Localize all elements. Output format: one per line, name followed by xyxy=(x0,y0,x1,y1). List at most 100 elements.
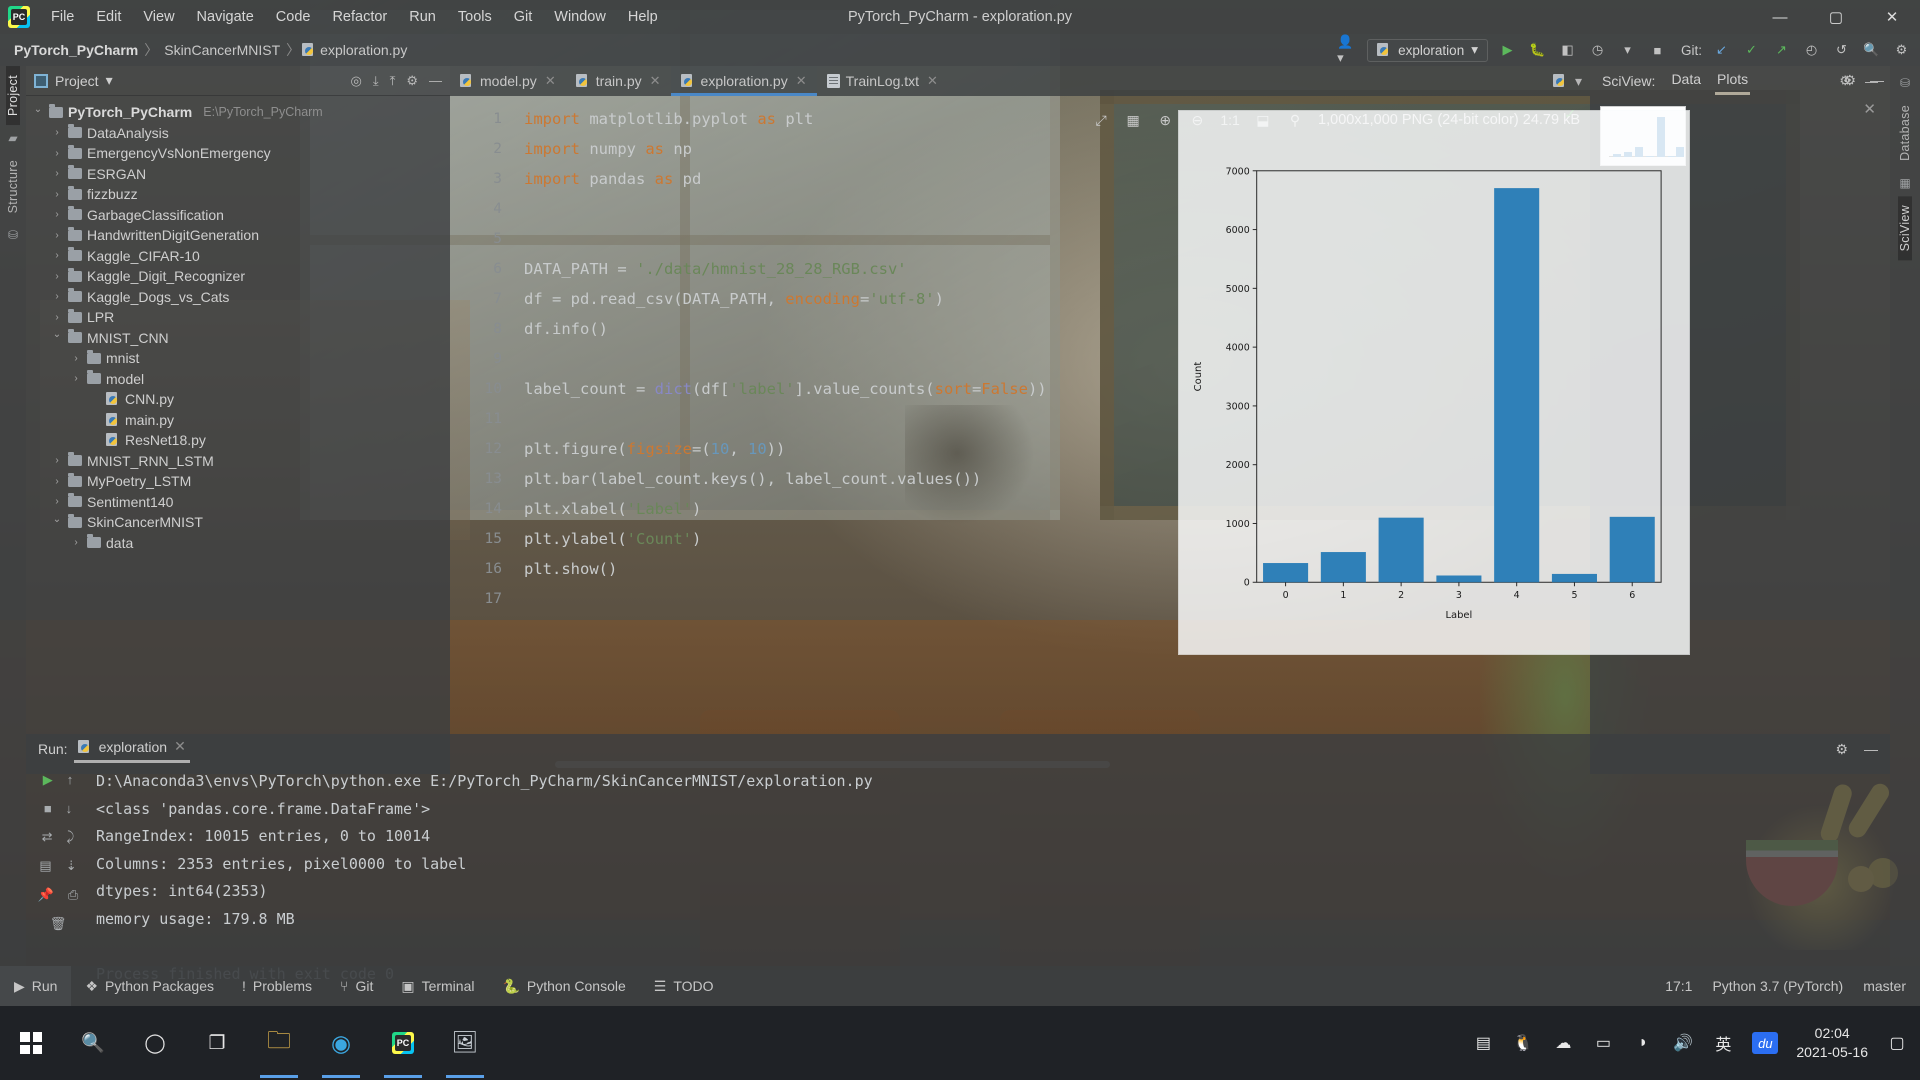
close-run-tab-icon[interactable]: ✕ xyxy=(174,738,186,755)
project-settings-icon[interactable]: ⚙ xyxy=(406,73,418,89)
close-tab-icon[interactable]: ✕ xyxy=(796,73,807,89)
chevron-right-icon[interactable] xyxy=(51,230,63,241)
menu-edit[interactable]: Edit xyxy=(85,0,132,34)
search-button[interactable]: 🔍 xyxy=(62,1006,124,1080)
chevron-right-icon[interactable] xyxy=(51,455,63,466)
restart-icon[interactable]: ⇄ xyxy=(42,829,53,845)
soft-wrap-icon[interactable]: ⤸ xyxy=(67,829,75,845)
chevron-down-icon[interactable] xyxy=(32,107,44,118)
menu-help[interactable]: Help xyxy=(617,0,669,34)
breadcrumb-folder[interactable]: SkinCancerMNIST xyxy=(160,42,284,58)
scroll-to-end-icon[interactable]: ⇣ xyxy=(66,858,77,874)
settings-icon[interactable]: ⚙ xyxy=(1891,40,1912,61)
git-push-icon[interactable]: ↗ xyxy=(1771,40,1792,61)
scroll-up-icon[interactable]: ↑ xyxy=(67,772,74,788)
close-plot-icon[interactable]: ✕ xyxy=(1863,100,1876,118)
chevron-right-icon[interactable] xyxy=(51,209,63,220)
chevron-right-icon[interactable] xyxy=(51,312,63,323)
run-tab-exploration[interactable]: exploration ✕ xyxy=(73,738,191,763)
wifi-icon[interactable]: ◗ xyxy=(1632,1032,1654,1054)
tree-item[interactable]: LPR xyxy=(32,307,450,328)
chevron-right-icon[interactable] xyxy=(70,353,82,364)
qq-icon[interactable]: 🐧 xyxy=(1512,1032,1534,1054)
file-explorer-button[interactable]: 🗀 xyxy=(248,1006,310,1080)
git-commit-icon[interactable]: ✓ xyxy=(1741,40,1762,61)
menu-navigate[interactable]: Navigate xyxy=(186,0,265,34)
editor-tab[interactable]: model.py ✕ xyxy=(450,66,566,96)
tree-item[interactable]: Kaggle_CIFAR-10 xyxy=(32,246,450,267)
cortana-button[interactable]: ◯ xyxy=(124,1006,186,1080)
interpreter-label[interactable]: Python 3.7 (PyTorch) xyxy=(1712,978,1843,994)
chevron-right-icon[interactable] xyxy=(51,250,63,261)
run-settings-icon[interactable]: ⚙ xyxy=(1835,741,1848,758)
taskbar-clock[interactable]: 02:04 2021-05-16 xyxy=(1796,1024,1868,1062)
sidebar-item-project[interactable]: Project xyxy=(6,66,20,126)
fit-icon[interactable]: ⤢ xyxy=(1092,110,1110,130)
breadcrumb-project[interactable]: PyTorch_PyCharm xyxy=(10,42,142,58)
print-icon[interactable]: ⎙ xyxy=(68,887,78,903)
tree-item[interactable]: ESRGAN xyxy=(32,164,450,185)
status-python-console-button[interactable]: 🐍 Python Console xyxy=(488,966,639,1006)
project-tree[interactable]: PyTorch_PyCharm E:\PyTorch_PyCharm DataAna… xyxy=(26,96,450,553)
status-todo-button[interactable]: ☰ TODO xyxy=(640,966,728,1006)
close-tab-icon[interactable]: ✕ xyxy=(650,73,661,89)
clear-all-icon[interactable]: 🗑 xyxy=(50,916,67,932)
chevron-down-icon[interactable] xyxy=(51,332,63,343)
chevron-down-icon-profile[interactable]: ▾ xyxy=(1617,40,1638,61)
edge-button[interactable]: ◉ xyxy=(310,1006,372,1080)
run-button[interactable]: ▶ xyxy=(1497,40,1518,61)
run-coverage-button[interactable]: ◧ xyxy=(1557,40,1578,61)
sciview-gear-icon[interactable]: ⚙ xyxy=(1843,72,1856,89)
menu-git[interactable]: Git xyxy=(503,0,544,34)
status-python-packages-button[interactable]: ❖ Python Packages xyxy=(71,966,228,1006)
notification-icon[interactable]: ▢ xyxy=(1886,1032,1908,1054)
menu-window[interactable]: Window xyxy=(543,0,617,34)
editor-tab[interactable]: train.py ✕ xyxy=(566,66,671,96)
chevron-down-icon-project[interactable]: ▾ xyxy=(106,72,113,89)
start-button[interactable] xyxy=(0,1006,62,1080)
tab-data[interactable]: Data xyxy=(1671,71,1701,91)
menu-refactor[interactable]: Refactor xyxy=(321,0,398,34)
pycharm-taskbar-button[interactable] xyxy=(372,1006,434,1080)
chevron-right-icon[interactable] xyxy=(51,168,63,179)
tree-item[interactable]: MNIST_CNN xyxy=(32,328,450,349)
tree-item[interactable]: model xyxy=(32,369,450,390)
run-configuration-selector[interactable]: exploration ▾ xyxy=(1367,38,1488,62)
tree-item[interactable]: CNN.py xyxy=(32,389,450,410)
chevron-right-icon[interactable] xyxy=(51,476,63,487)
menu-tools[interactable]: Tools xyxy=(447,0,503,34)
tree-item[interactable]: HandwrittenDigitGeneration xyxy=(32,225,450,246)
status-terminal-button[interactable]: ▣ Terminal xyxy=(387,966,488,1006)
sciview-minimize-icon[interactable]: — xyxy=(1870,72,1884,89)
close-button[interactable]: ✕ xyxy=(1864,0,1920,34)
tree-item[interactable]: ResNet18.py xyxy=(32,430,450,451)
tree-item[interactable]: DataAnalysis xyxy=(32,123,450,144)
tree-item[interactable]: Kaggle_Digit_Recognizer xyxy=(32,266,450,287)
grid-icon[interactable]: ▦ xyxy=(1124,110,1142,130)
sidebar-item-structure[interactable]: Structure xyxy=(6,151,20,222)
tree-item[interactable]: MNIST_RNN_LSTM xyxy=(32,451,450,472)
chevron-right-icon[interactable] xyxy=(70,537,82,548)
search-icon[interactable]: 🔍 xyxy=(1861,40,1882,61)
menu-code[interactable]: Code xyxy=(265,0,322,34)
maximize-button[interactable]: ▢ xyxy=(1808,0,1864,34)
chevron-right-icon[interactable] xyxy=(70,373,82,384)
ime-language-label[interactable]: 英 xyxy=(1712,1032,1734,1054)
pin-icon[interactable]: 📌 xyxy=(38,887,54,903)
tree-item[interactable]: EmergencyVsNonEmergency xyxy=(32,143,450,164)
baidu-icon[interactable]: du xyxy=(1752,1032,1779,1054)
run-hide-icon[interactable]: — xyxy=(1864,741,1878,758)
caret-position[interactable]: 17:1 xyxy=(1665,978,1692,994)
ime-keyboard-icon[interactable]: ▤ xyxy=(1472,1032,1494,1054)
status-run-button[interactable]: ▶ Run xyxy=(0,966,72,1006)
account-icon[interactable]: 👤▾ xyxy=(1337,34,1358,65)
tree-item[interactable]: main.py xyxy=(32,410,450,431)
tree-item[interactable]: fizzbuzz xyxy=(32,184,450,205)
profile-button[interactable]: ◷ xyxy=(1587,40,1608,61)
plot-viewer[interactable]: 0 1000 2000 3000 4000 5000 6000 7000 0 1 2 3 4 5 6 Labe… xyxy=(1178,110,1690,655)
tree-item[interactable]: SkinCancerMNIST xyxy=(32,512,450,533)
undo-icon[interactable]: ↺ xyxy=(1831,40,1852,61)
sidebar-item-sciview[interactable]: SciView xyxy=(1898,195,1912,261)
menu-run[interactable]: Run xyxy=(398,0,447,34)
console-output[interactable]: D:\Anaconda3\envs\PyTorch\python.exe E:/… xyxy=(90,764,1890,983)
